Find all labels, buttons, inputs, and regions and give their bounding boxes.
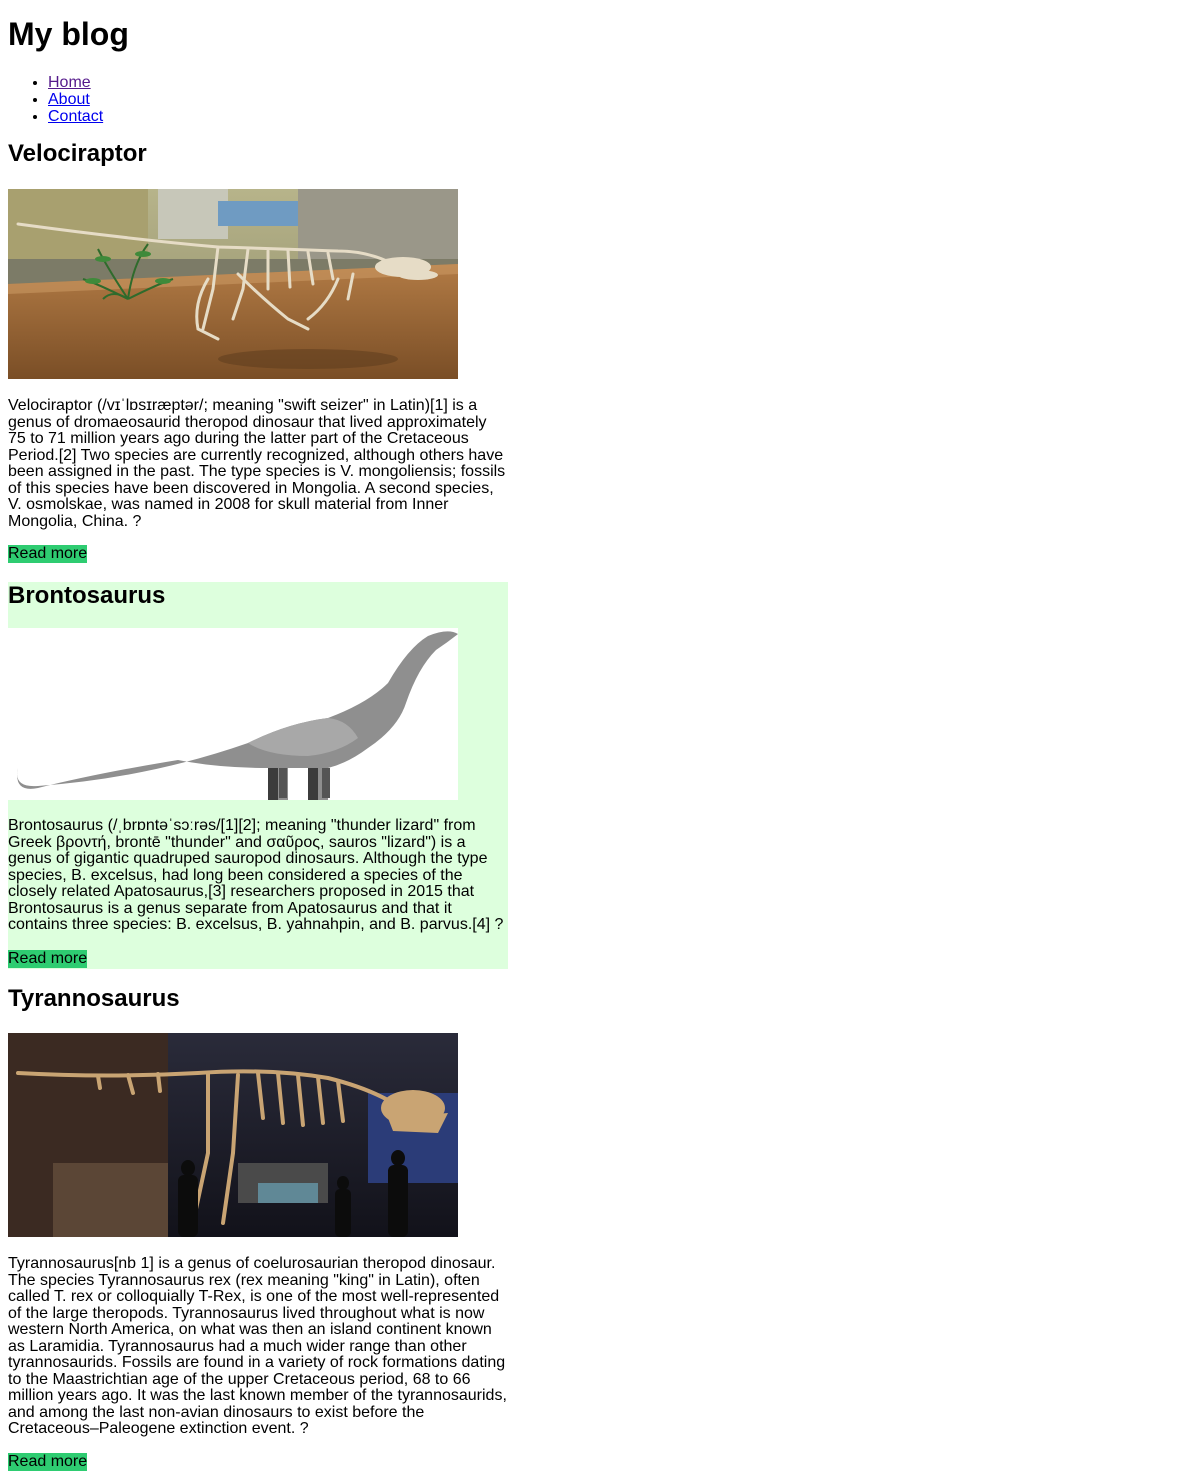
- post-body: Tyrannosaurus[nb 1] is a genus of coelur…: [8, 1255, 507, 1437]
- nav-link-contact[interactable]: Contact: [48, 108, 103, 125]
- post-title: Brontosaurus: [8, 582, 166, 609]
- nav-list: Home About Contact: [8, 74, 103, 125]
- post-body: Velociraptor (/vɪˈlɒsɪræptər/; meaning "…: [8, 397, 506, 530]
- post-tyrannosaurus: Tyrannosaurus Tyrannosaurus[nb 1] is a g…: [8, 985, 508, 1475]
- post-brontosaurus: Brontosaurus Brontosaurus (/ˌbrɒntəˈsɔːr…: [8, 582, 508, 969]
- post-body: Brontosaurus (/ˌbrɒntəˈsɔːrəs/[1][2]; me…: [8, 817, 504, 933]
- post-image: [8, 189, 458, 379]
- nav-item-contact: Contact: [48, 108, 103, 125]
- nav-link-about[interactable]: About: [48, 91, 90, 108]
- post-velociraptor: Velociraptor Velociraptor (/vɪˈlɒsɪræptə…: [8, 140, 508, 570]
- post-image: [8, 628, 458, 800]
- page: My blog Home About Contact Velociraptor: [0, 0, 1188, 1479]
- site-title: My blog: [8, 16, 129, 52]
- nav-item-home: Home: [48, 74, 103, 91]
- read-more-button[interactable]: Read more: [8, 1453, 88, 1471]
- read-more-button[interactable]: Read more: [8, 950, 88, 968]
- post-title: Velociraptor: [8, 140, 147, 167]
- post-image: [8, 1033, 458, 1237]
- post-title: Tyrannosaurus: [8, 985, 180, 1012]
- nav-link-home[interactable]: Home: [48, 74, 91, 91]
- nav-item-about: About: [48, 91, 103, 108]
- read-more-button[interactable]: Read more: [8, 545, 88, 563]
